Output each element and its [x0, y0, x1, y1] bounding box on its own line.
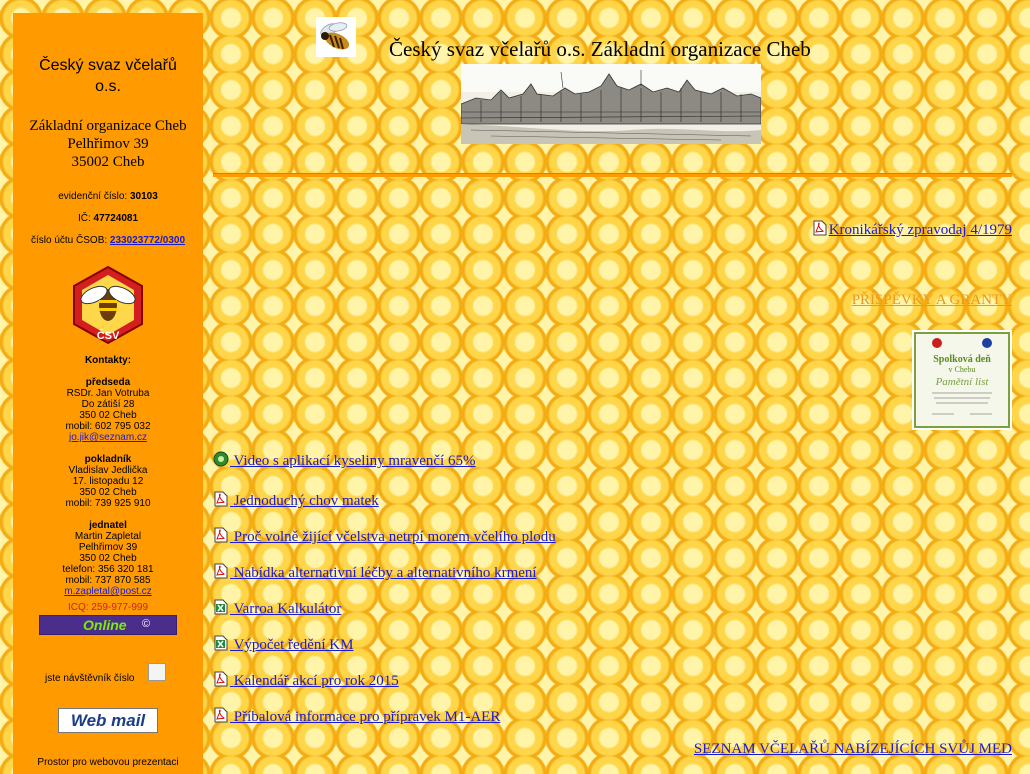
document-link-label: Výpočet ředění KM	[233, 637, 354, 653]
online-status-badge[interactable]: Online ©	[39, 615, 177, 635]
sidebar-title-line2: o.s.	[95, 78, 121, 95]
evidence-number: evidenční číslo: 30103	[13, 191, 203, 203]
document-link-label: Proč volně žijící včelstva netrpí morem …	[233, 529, 556, 545]
cheb-town-engraving-image	[461, 64, 761, 144]
svg-text:Pamětní list: Pamětní list	[935, 376, 990, 388]
sidebar-address: Základní organizace Cheb Pelhřimov 39 35…	[13, 117, 203, 171]
pdf-icon	[214, 491, 228, 507]
excel-icon	[214, 599, 228, 615]
pdf-icon	[214, 563, 228, 579]
kronika-link[interactable]: Kronikářský zpravodaj 4/1979	[812, 220, 1012, 239]
address-line: Pelhřimov 39	[67, 136, 149, 152]
bee-icon	[316, 17, 356, 57]
svg-text:v Chebu: v Chebu	[949, 365, 976, 374]
kronika-label: Kronikářský zpravodaj 4/1979	[828, 222, 1012, 238]
seznam-link[interactable]: SEZNAM VČELAŘŮ NABÍZEJÍCÍCH SVŮJ MED	[694, 741, 1012, 758]
page-title: Český svaz včelařů o.s. Základní organiz…	[389, 37, 811, 61]
ic-number: IČ: 47724081	[13, 213, 203, 225]
csv-logo-icon: ČSV	[73, 265, 143, 345]
secretary-phone: telefon: 356 320 181	[62, 564, 154, 575]
document-link[interactable]: Proč volně žijící včelstva netrpí morem …	[213, 527, 556, 546]
document-link[interactable]: Video s aplikací kyseliny mravenčí 65%	[213, 451, 475, 470]
ic-value: 47724081	[93, 213, 139, 224]
document-link[interactable]: Nabídka alternativní léčby a alternativn…	[213, 563, 537, 582]
excel-icon	[214, 635, 228, 651]
chair-street: Do zátiší 28	[81, 399, 135, 410]
treasurer-role: pokladník	[84, 454, 132, 465]
secretary-name: Martin Zapletal	[74, 531, 142, 542]
contacts: Kontakty: předseda RSDr. Jan Votruba Do …	[13, 355, 203, 597]
account-number: číslo účtu ČSOB: 233023772/0300	[13, 235, 203, 247]
svg-text:ČSV: ČSV	[97, 329, 120, 342]
pdf-icon	[214, 671, 228, 687]
chair-mobile: mobil: 602 795 032	[65, 421, 151, 432]
secretary-street: Pelhřimov 39	[78, 542, 138, 553]
counter-image-icon	[148, 663, 166, 681]
treasurer-mobile: mobil: 739 925 910	[65, 498, 151, 509]
document-link[interactable]: Varroa Kalkulátor	[213, 599, 341, 618]
evidence-value: 30103	[129, 191, 158, 202]
document-link[interactable]: Jednoduchý chov matek	[213, 491, 379, 510]
webmail-button[interactable]: Web mail	[58, 708, 158, 733]
secretary-mobile: mobil: 737 870 585	[65, 575, 151, 586]
certificate-image[interactable]: Spolková deň v Chebu Pamětní list	[912, 330, 1012, 430]
chair-role: předseda	[85, 377, 131, 388]
online-copyright: ©	[142, 618, 151, 630]
pdf-icon	[214, 707, 228, 723]
webmail-label: Web mail	[70, 711, 146, 730]
treasurer-name: Vladislav Jedlička	[68, 465, 148, 476]
grants-link[interactable]: PŘÍSPĚVKY A GRANTY	[852, 292, 1012, 309]
sidebar-title-line1: Český svaz včelařů	[39, 57, 177, 74]
visitor-text: jste návštěvník číslo	[45, 673, 135, 684]
document-link[interactable]: Příbalová informace pro přípravek M1-AER	[213, 707, 500, 726]
svg-text:Spolková deň: Spolková deň	[933, 354, 991, 365]
secretary-role: jednatel	[89, 520, 127, 531]
sidebar: Český svaz včelařů o.s. Základní organiz…	[13, 13, 203, 774]
document-link-label: Jednoduchý chov matek	[233, 493, 379, 509]
sidebar-footer-text: Prostor pro webovou prezentaci	[37, 757, 179, 768]
header-divider	[213, 173, 1012, 177]
address-line: 35002 Cheb	[71, 154, 145, 170]
document-link[interactable]: Kalendář akcí pro rok 2015	[213, 671, 399, 690]
contacts-heading: Kontakty:	[84, 355, 132, 366]
ic-label: IČ:	[77, 213, 94, 224]
chair-city: 350 02 Cheb	[79, 410, 137, 421]
address-line: Základní organizace Cheb	[29, 118, 187, 134]
document-link-label: Nabídka alternativní léčby a alternativn…	[233, 565, 537, 581]
document-link-label: Příbalová informace pro přípravek M1-AER	[233, 709, 501, 725]
online-label: Online	[83, 617, 127, 633]
pdf-icon	[214, 527, 228, 543]
icq-number: ICQ: 259-977-999	[67, 602, 149, 613]
video-icon	[213, 451, 229, 467]
treasurer-city: 350 02 Cheb	[79, 487, 137, 498]
document-link-label: Varroa Kalkulátor	[233, 601, 342, 617]
chair-name: RSDr. Jan Votruba	[66, 388, 150, 399]
account-label: číslo účtu ČSOB:	[31, 235, 110, 246]
evidence-label: evidenční číslo:	[58, 191, 130, 202]
document-link-label: Video s aplikací kyseliny mravenčí 65%	[233, 453, 476, 469]
document-link[interactable]: Výpočet ředění KM	[213, 635, 353, 654]
visitor-counter: jste návštěvník číslo	[13, 663, 203, 684]
sidebar-title: Český svaz včelařů o.s.	[13, 55, 203, 97]
pdf-icon	[813, 220, 827, 236]
secretary-email-link[interactable]: m.zapletal@post.cz	[64, 586, 151, 597]
chair-email-link[interactable]: jo.jik@seznam.cz	[69, 432, 147, 443]
treasurer-street: 17. listopadu 12	[72, 476, 144, 487]
secretary-city: 350 02 Cheb	[79, 553, 137, 564]
document-link-label: Kalendář akcí pro rok 2015	[233, 673, 399, 689]
account-link[interactable]: 233023772/0300	[110, 235, 185, 246]
